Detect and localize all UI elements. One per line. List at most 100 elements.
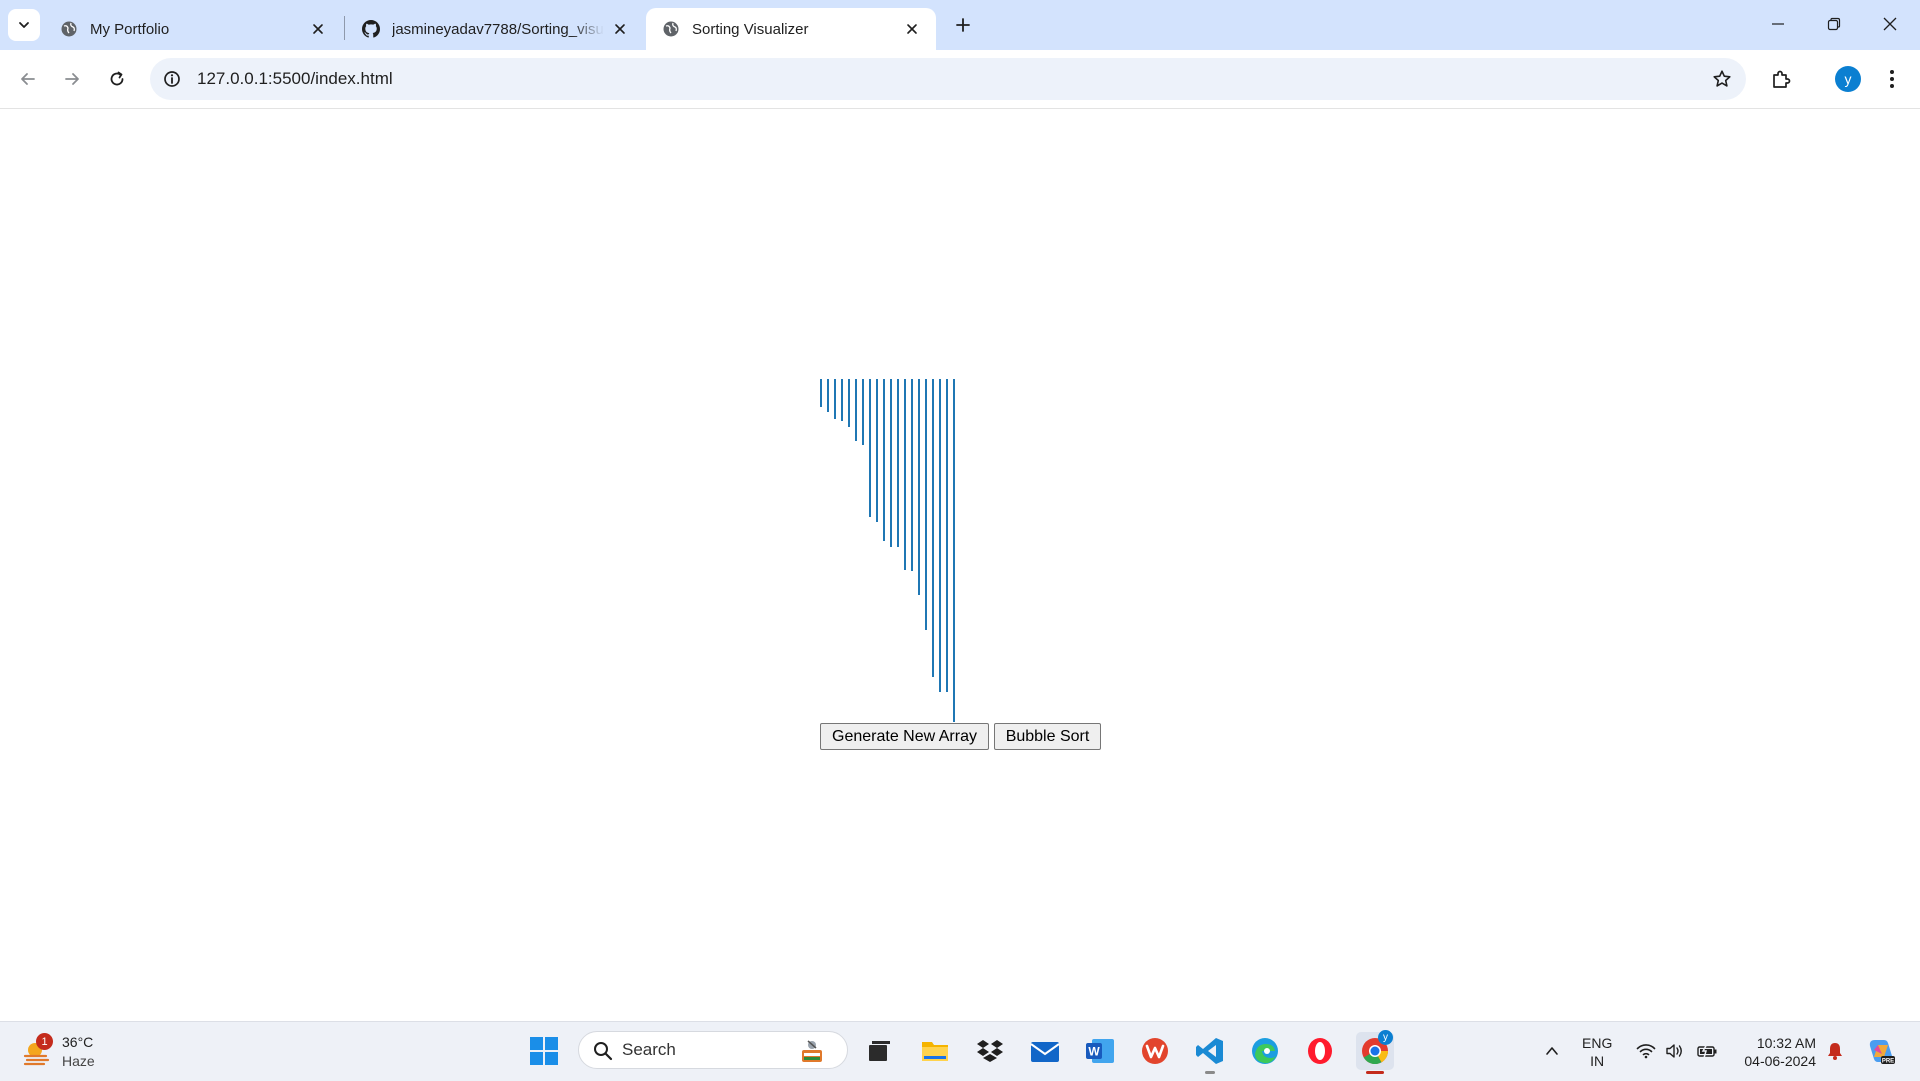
array-bar <box>904 379 906 570</box>
vscode-icon <box>1196 1038 1223 1064</box>
folder-icon <box>922 1042 948 1061</box>
running-indicator <box>1205 1071 1215 1074</box>
word-button[interactable]: W <box>1081 1032 1119 1070</box>
globe-icon <box>662 20 680 38</box>
close-icon[interactable] <box>902 19 922 39</box>
region-code: IN <box>1590 1053 1605 1069</box>
array-bar <box>932 379 934 677</box>
running-indicator <box>1366 1071 1384 1074</box>
weather-widget[interactable]: 1 36°C Haze <box>22 1030 95 1074</box>
array-bar <box>862 379 864 445</box>
reload-icon <box>110 71 124 86</box>
tab-separator <box>344 16 345 40</box>
file-explorer-button[interactable] <box>916 1032 954 1070</box>
minimize-icon <box>1772 23 1784 25</box>
svg-text:PRE: PRE <box>1882 1058 1894 1064</box>
array-bar <box>848 379 850 427</box>
reload-button[interactable] <box>99 61 135 97</box>
dropbox-button[interactable] <box>971 1032 1009 1070</box>
language-indicator[interactable]: ENG IN <box>1582 1034 1612 1070</box>
opera-button[interactable] <box>1301 1032 1339 1070</box>
back-button[interactable] <box>10 61 46 97</box>
battery-status[interactable] <box>1695 1032 1719 1070</box>
show-hidden-icons-button[interactable] <box>1540 1032 1564 1070</box>
windows-taskbar: 1 36°C Haze Search W y ENG IN 10:32 AM 0… <box>0 1021 1920 1081</box>
extensions-button[interactable] <box>1763 61 1799 97</box>
notifications-button[interactable] <box>1824 1032 1846 1070</box>
dropbox-icon <box>977 1040 1003 1062</box>
tab-github-repo[interactable]: jasmineyadav7788/Sorting_visualizer <box>346 8 644 50</box>
array-bar <box>834 379 836 419</box>
tab-search-button[interactable] <box>8 9 40 41</box>
system-clock[interactable]: 10:32 AM 04-06-2024 <box>1736 1034 1816 1070</box>
address-bar[interactable] <box>150 58 1746 100</box>
language-code: ENG <box>1582 1035 1613 1051</box>
arrow-left-icon <box>21 73 35 85</box>
globe-icon <box>60 20 78 38</box>
plus-icon <box>956 18 970 32</box>
chrome-button[interactable]: y <box>1356 1030 1394 1074</box>
github-icon <box>362 20 380 38</box>
task-view-icon <box>869 1041 890 1061</box>
restore-icon <box>1827 17 1841 31</box>
close-icon[interactable] <box>308 19 328 39</box>
bookmark-star-icon[interactable] <box>1710 67 1734 91</box>
battery-charging-icon <box>1697 1043 1717 1059</box>
search-placeholder: Search <box>622 1040 676 1059</box>
array-bar <box>827 379 829 412</box>
tab-sorting-visualizer[interactable]: Sorting Visualizer <box>646 8 936 50</box>
start-button[interactable] <box>525 1032 563 1070</box>
page-viewport: Generate New Array Bubble Sort <box>0 109 1920 1021</box>
volume-status[interactable] <box>1664 1032 1686 1070</box>
browser-toolbar: y <box>0 50 1920 109</box>
bubble-sort-button[interactable]: Bubble Sort <box>994 723 1101 750</box>
mail-icon <box>1030 1042 1060 1062</box>
task-view-button[interactable] <box>860 1032 898 1070</box>
close-window-button[interactable] <box>1862 0 1918 48</box>
array-bar <box>869 379 871 517</box>
chevron-down-icon <box>19 22 29 28</box>
opera-icon <box>1308 1038 1332 1064</box>
arrow-right-icon <box>65 73 79 85</box>
speaker-icon <box>1666 1044 1682 1058</box>
wps-office-icon <box>1142 1038 1168 1064</box>
notification-badge: 1 <box>36 1033 53 1050</box>
vscode-button[interactable] <box>1191 1032 1229 1074</box>
tab-title: jasmineyadav7788/Sorting_visualizer <box>392 20 604 38</box>
site-info-icon[interactable] <box>160 67 184 91</box>
profile-avatar[interactable]: y <box>1835 66 1861 92</box>
array-bar <box>876 379 878 522</box>
restore-button[interactable] <box>1806 0 1862 48</box>
close-icon[interactable] <box>610 19 630 39</box>
array-bar <box>911 379 913 571</box>
chevron-up-icon <box>1546 1047 1558 1055</box>
array-bar <box>890 379 892 547</box>
array-bar <box>939 379 941 692</box>
wifi-status[interactable] <box>1635 1032 1657 1070</box>
tab-my-portfolio[interactable]: My Portfolio <box>44 8 342 50</box>
array-bar <box>918 379 920 595</box>
close-icon <box>1883 17 1897 31</box>
url-input[interactable] <box>197 58 1597 100</box>
minimize-button[interactable] <box>1750 0 1806 48</box>
copilot-button[interactable]: PRE <box>1864 1032 1898 1070</box>
edge-button[interactable] <box>1246 1032 1284 1070</box>
array-bar <box>855 379 857 441</box>
windows-logo-icon <box>530 1037 558 1065</box>
taskbar-search[interactable]: Search <box>578 1031 848 1069</box>
clock-time: 10:32 AM <box>1756 1035 1816 1051</box>
search-highlight-icon <box>799 1038 825 1064</box>
chrome-profile-badge: y <box>1378 1030 1393 1045</box>
menu-button[interactable] <box>1874 61 1910 97</box>
array-bar <box>925 379 927 630</box>
weather-haze-icon: 1 <box>22 1033 53 1067</box>
forward-button[interactable] <box>54 61 90 97</box>
bar-container <box>0 109 1920 1021</box>
edge-icon <box>1252 1038 1278 1064</box>
generate-new-array-button[interactable]: Generate New Array <box>820 723 989 750</box>
mail-button[interactable] <box>1026 1032 1064 1070</box>
new-tab-button[interactable] <box>948 10 978 40</box>
puzzle-icon <box>1773 70 1791 88</box>
wps-office-button[interactable] <box>1136 1032 1174 1070</box>
tab-title: Sorting Visualizer <box>692 20 809 38</box>
